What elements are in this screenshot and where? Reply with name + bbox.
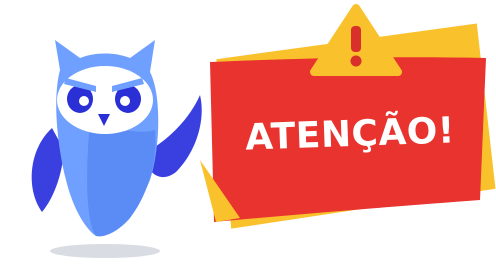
alert-banner-text: ATENÇÃO! <box>244 109 456 159</box>
owl-shadow <box>50 244 160 258</box>
alert-illustration: ATENÇÃO! <box>0 0 496 264</box>
owl-mascot-icon <box>31 40 202 237</box>
owl-belly <box>87 120 156 237</box>
